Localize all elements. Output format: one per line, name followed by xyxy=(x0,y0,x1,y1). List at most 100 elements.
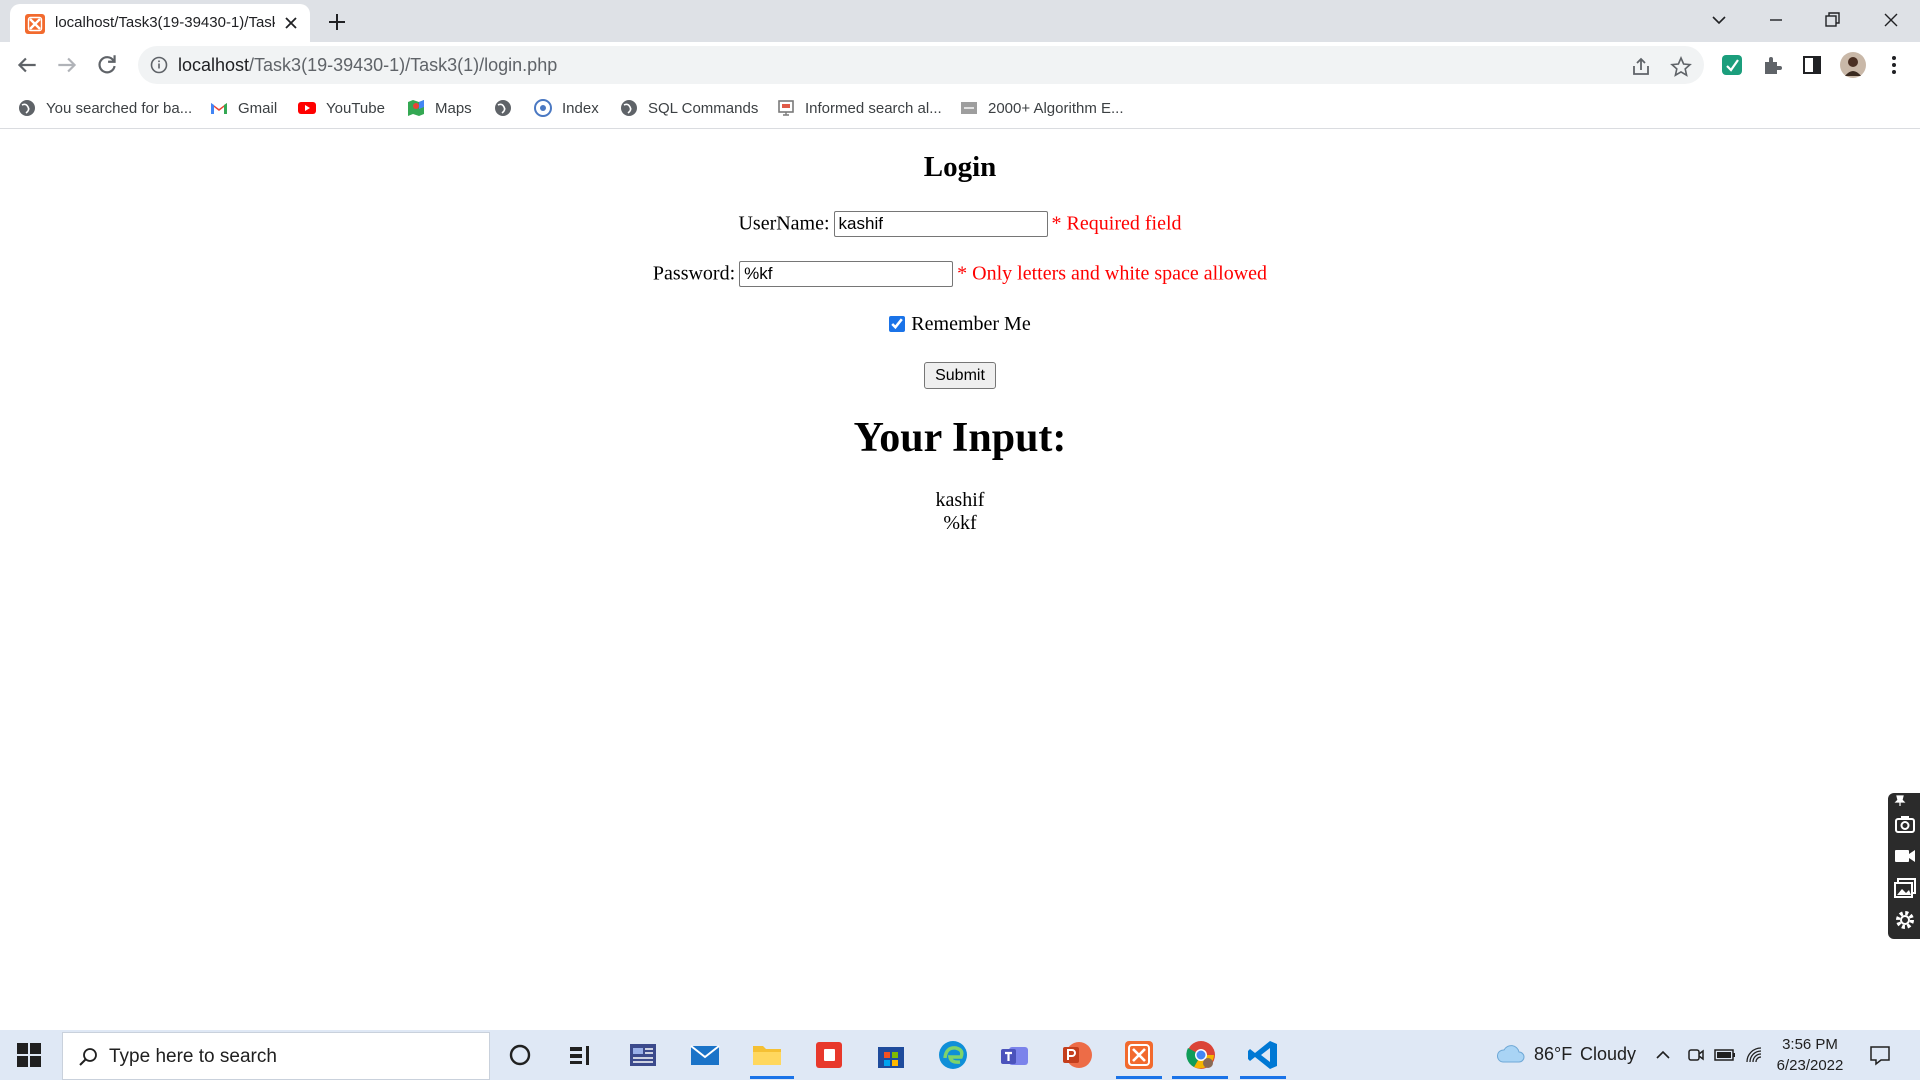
output-line: kashif xyxy=(935,489,985,511)
bookmark-item[interactable] xyxy=(494,96,522,120)
bookmark-item[interactable]: You searched for ba... xyxy=(18,96,192,120)
task-view-icon[interactable] xyxy=(563,1038,597,1072)
capture-toolbar xyxy=(1888,793,1920,939)
bookmark-item[interactable]: Gmail xyxy=(210,96,277,120)
password-error: * Only letters and white space allowed xyxy=(957,262,1268,285)
site-info-icon[interactable] xyxy=(150,56,168,74)
your-input-heading: Your Input: xyxy=(853,415,1067,461)
camera-icon[interactable] xyxy=(1894,813,1916,835)
slides-icon xyxy=(778,100,794,116)
wifi-icon[interactable] xyxy=(1744,1045,1764,1065)
xampp-favicon-icon xyxy=(25,14,45,34)
bookmark-star-icon[interactable] xyxy=(1670,56,1692,78)
meet-now-icon[interactable] xyxy=(1686,1045,1706,1065)
output-line: %kf xyxy=(943,512,977,534)
side-panel-icon[interactable] xyxy=(1800,53,1824,77)
url-host: localhost xyxy=(178,55,250,75)
tab-title: localhost/Task3(19-39430-1)/Task3(1)/log… xyxy=(55,14,275,31)
menu-kebab-icon[interactable] xyxy=(1882,53,1906,77)
bookmark-item[interactable]: Maps xyxy=(407,96,472,120)
edge-browser-icon[interactable] xyxy=(936,1038,970,1072)
search-icon xyxy=(79,1048,97,1066)
remember-me-checkbox[interactable] xyxy=(889,316,906,333)
gallery-icon[interactable] xyxy=(1894,877,1916,899)
username-label: UserName: xyxy=(738,212,830,235)
chevron-up-icon[interactable] xyxy=(1654,1046,1672,1064)
maps-icon xyxy=(408,100,424,116)
address-bar[interactable]: localhost/Task3(19-39430-1)/Task3(1)/log… xyxy=(138,46,1704,84)
bookmark-item[interactable]: YouTube xyxy=(298,96,385,120)
bookmark-item[interactable]: Informed search al... xyxy=(777,96,942,120)
weather-temp: 86°F xyxy=(1534,1044,1573,1064)
weather-desc: Cloudy xyxy=(1580,1044,1637,1064)
index-icon xyxy=(534,99,552,117)
reload-icon[interactable] xyxy=(94,52,120,78)
video-camera-icon[interactable] xyxy=(1894,845,1916,867)
page-content: Login UserName: * Required field Password… xyxy=(0,129,1920,1029)
media-app-icon[interactable] xyxy=(812,1038,846,1072)
forward-arrow-icon[interactable] xyxy=(54,52,80,78)
active-app-indicator xyxy=(750,1076,794,1079)
close-window-icon[interactable] xyxy=(1879,8,1903,32)
tab-search-chevron-icon[interactable] xyxy=(1707,8,1731,32)
remember-row: Remember Me xyxy=(0,312,1920,342)
gmail-icon xyxy=(211,103,227,114)
globe-icon xyxy=(495,100,511,116)
battery-icon[interactable] xyxy=(1714,1045,1736,1065)
bookmark-label: Maps xyxy=(435,99,472,117)
bookmark-item[interactable]: SQL Commands xyxy=(620,96,758,120)
windows-start-icon[interactable] xyxy=(16,1042,42,1068)
profile-avatar[interactable] xyxy=(1840,52,1866,78)
bookmark-label: YouTube xyxy=(326,99,385,117)
bookmark-label: 2000+ Algorithm E... xyxy=(988,99,1124,117)
chrome-icon[interactable] xyxy=(1184,1038,1218,1072)
settings-gear-icon[interactable] xyxy=(1894,909,1916,931)
cortana-icon[interactable] xyxy=(503,1038,537,1072)
bookmark-item[interactable]: Index xyxy=(534,96,599,120)
clock-date: 6/23/2022 xyxy=(1776,1057,1844,1074)
news-app-icon[interactable] xyxy=(626,1038,660,1072)
windows-taskbar: Type here to search 86°F Cloudy 3:56 PM … xyxy=(0,1030,1920,1080)
submit-button[interactable]: Submit xyxy=(924,362,996,389)
clock-time: 3:56 PM xyxy=(1782,1036,1838,1053)
active-app-indicator xyxy=(1116,1076,1162,1079)
mail-icon[interactable] xyxy=(688,1038,722,1072)
bookmark-label: SQL Commands xyxy=(648,99,759,117)
extension-green-icon[interactable] xyxy=(1720,53,1744,77)
close-tab-icon[interactable] xyxy=(282,14,300,32)
restore-icon[interactable] xyxy=(1820,8,1844,32)
username-input[interactable] xyxy=(833,211,1048,237)
vscode-icon[interactable] xyxy=(1246,1038,1280,1072)
globe-icon xyxy=(19,100,35,116)
pin-icon[interactable] xyxy=(1894,795,1906,807)
taskbar-search-box[interactable]: Type here to search xyxy=(62,1032,490,1080)
remember-me-label: Remember Me xyxy=(911,312,1031,335)
bookmark-label: Index xyxy=(562,99,599,117)
browser-titlebar: localhost/Task3(19-39430-1)/Task3(1)/log… xyxy=(0,0,1920,42)
notification-icon[interactable] xyxy=(1868,1043,1892,1067)
bookmark-item[interactable]: 2000+ Algorithm E... xyxy=(960,96,1124,120)
username-row: UserName: * Required field xyxy=(0,211,1920,241)
browser-toolbar: localhost/Task3(19-39430-1)/Task3(1)/log… xyxy=(0,42,1920,88)
xampp-icon[interactable] xyxy=(1122,1038,1156,1072)
bookmark-label: Gmail xyxy=(238,99,278,117)
browser-tab-active[interactable]: localhost/Task3(19-39430-1)/Task3(1)/log… xyxy=(10,4,310,42)
active-app-indicator xyxy=(1172,1076,1228,1079)
file-explorer-icon[interactable] xyxy=(750,1038,784,1072)
url-text: localhost/Task3(19-39430-1)/Task3(1)/log… xyxy=(178,55,557,76)
url-path: /Task3(19-39430-1)/Task3(1)/login.php xyxy=(249,55,558,75)
extensions-puzzle-icon[interactable] xyxy=(1760,53,1784,77)
page-icon xyxy=(961,102,977,114)
teams-icon[interactable] xyxy=(998,1038,1032,1072)
powerpoint-icon[interactable] xyxy=(1060,1038,1094,1072)
back-arrow-icon[interactable] xyxy=(14,52,40,78)
password-row: Password: * Only letters and white space … xyxy=(0,261,1920,291)
youtube-icon xyxy=(298,102,316,114)
share-icon[interactable] xyxy=(1630,56,1652,78)
globe-icon xyxy=(621,100,637,116)
store-icon[interactable] xyxy=(874,1038,908,1072)
new-tab-icon[interactable] xyxy=(325,10,349,34)
minimize-icon[interactable] xyxy=(1764,8,1788,32)
system-clock[interactable]: 3:56 PM 6/23/2022 xyxy=(1770,1034,1850,1076)
password-input[interactable] xyxy=(739,261,954,287)
